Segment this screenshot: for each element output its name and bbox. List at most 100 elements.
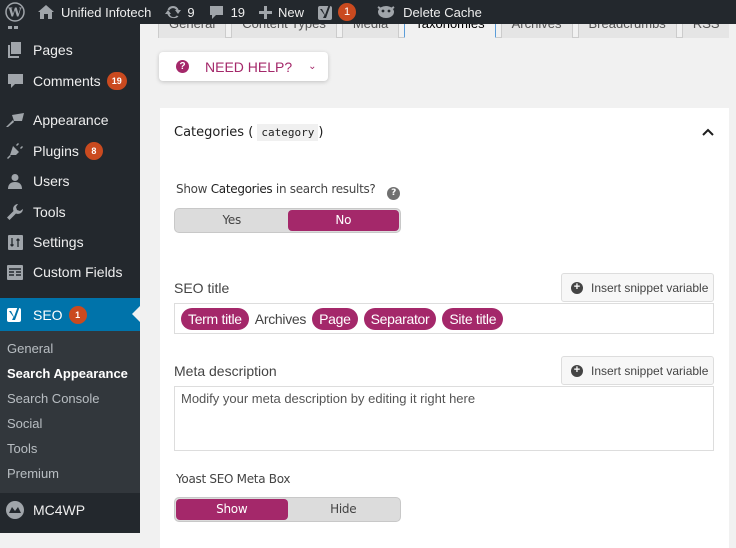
- insert-snippet-variable-button-meta[interactable]: + Insert snippet variable: [561, 356, 714, 385]
- yoast-seo-menu[interactable]: 1: [311, 0, 363, 24]
- posts-icon-fragment: [14, 26, 18, 29]
- need-help-button[interactable]: ? NEED HELP? ⌄: [159, 52, 328, 81]
- delete-cache-menu[interactable]: Delete Cache: [369, 0, 489, 24]
- meta-description-label: Meta description: [174, 363, 277, 379]
- show-in-results-toggle: Yes No: [174, 208, 401, 233]
- sidebar-item-custom-fields[interactable]: Custom Fields: [0, 257, 140, 287]
- comments-icon: [5, 71, 25, 91]
- sidebar-item-label: SEO: [33, 306, 63, 323]
- home-icon: [38, 5, 54, 19]
- toggle-option-yes[interactable]: Yes: [176, 210, 288, 231]
- admin-bar: W Unified Infotech 9 19 New 1 Delete Cac…: [0, 0, 736, 24]
- sidebar-item-appearance[interactable]: Appearance: [0, 104, 140, 135]
- tools-icon: [5, 202, 25, 222]
- plugins-badge: 8: [84, 141, 103, 160]
- comments-count: 19: [230, 4, 246, 20]
- posts-icon-fragment: [8, 26, 12, 29]
- meta-description-placeholder: Modify your meta description by editing …: [181, 391, 476, 406]
- show-in-results-label: Show Categories in search results? ?: [176, 182, 401, 200]
- title-text-archives: Archives: [254, 310, 307, 327]
- meta-description-input[interactable]: Modify your meta description by editing …: [174, 386, 714, 451]
- label-taxonomy-name: Categories: [210, 182, 273, 196]
- label-prefix: Show: [176, 182, 211, 196]
- help-question-icon[interactable]: ?: [387, 186, 401, 200]
- seo-title-input[interactable]: Term title Archives Page Separator Site …: [174, 303, 714, 334]
- sidebar-top-cutoff: [0, 24, 140, 30]
- sidebar-item-label: Settings: [33, 234, 84, 250]
- updates-count: 9: [187, 4, 195, 20]
- submenu-item-search-console[interactable]: Search Console: [0, 386, 140, 411]
- sidebar-item-label: Custom Fields: [33, 264, 123, 280]
- sidebar-item-tools[interactable]: Tools: [0, 196, 140, 227]
- comments-badge: 19: [106, 72, 127, 90]
- label-suffix: in search results?: [272, 182, 376, 196]
- pages-icon: [5, 40, 25, 60]
- sidebar-item-label: Comments: [33, 73, 101, 89]
- meta-box-label: Yoast SEO Meta Box: [176, 472, 291, 486]
- updates-icon: [165, 6, 182, 19]
- menu-separator: [0, 287, 140, 298]
- panel-title-text: Categories (: [174, 125, 254, 140]
- submenu-item-general[interactable]: General: [0, 336, 140, 361]
- panel-title[interactable]: Categories ( category): [174, 124, 323, 141]
- sidebar-item-plugins[interactable]: Plugins 8: [0, 135, 140, 166]
- sidebar-item-label: Pages: [33, 42, 73, 58]
- chevron-down-icon: ⌄: [308, 61, 317, 72]
- comment-bubble-icon: [209, 5, 223, 19]
- yoast-logo-icon: [318, 3, 333, 20]
- toggle-option-show[interactable]: Show: [176, 499, 288, 520]
- submenu-item-social[interactable]: Social: [0, 411, 140, 436]
- snippet-chip-separator[interactable]: Separator: [363, 307, 437, 330]
- sidebar-item-label: MC4WP: [33, 502, 86, 518]
- cache-plugin-icon: [377, 6, 395, 18]
- submenu-item-search-appearance[interactable]: Search Appearance: [0, 361, 140, 386]
- sidebar-item-comments[interactable]: Comments 19: [0, 64, 140, 98]
- new-label: New: [278, 4, 305, 20]
- submenu-item-tools[interactable]: Tools: [0, 436, 140, 461]
- custom-fields-icon: [5, 262, 25, 282]
- users-icon: [5, 171, 25, 191]
- sidebar-item-users[interactable]: Users: [0, 166, 140, 196]
- wordpress-logo-icon: W: [5, 2, 25, 22]
- need-help-label: NEED HELP?: [205, 58, 293, 75]
- question-circle-icon: ?: [176, 60, 189, 73]
- snippet-chip-site-title[interactable]: Site title: [442, 307, 504, 330]
- new-content-menu[interactable]: New: [252, 0, 311, 24]
- updates-menu[interactable]: 9: [158, 0, 201, 24]
- settings-icon: [5, 232, 25, 252]
- seo-submenu: General Search Appearance Search Console…: [0, 331, 140, 493]
- insert-snippet-label: Insert snippet variable: [591, 363, 709, 378]
- svg-text:W: W: [7, 6, 22, 20]
- delete-cache-label: Delete Cache: [403, 4, 482, 20]
- seo-title-label: SEO title: [174, 280, 230, 296]
- seo-badge: 1: [68, 305, 87, 324]
- sidebar-item-seo[interactable]: SEO 1: [0, 298, 140, 331]
- sidebar-item-label: Plugins: [33, 142, 79, 159]
- categories-panel: Categories ( category) Show Categories i…: [160, 108, 729, 548]
- site-name-menu[interactable]: Unified Infotech: [31, 0, 158, 24]
- snippet-chip-term-title[interactable]: Term title: [181, 307, 249, 330]
- page-scrollbar[interactable]: [729, 24, 736, 533]
- site-name: Unified Infotech: [61, 4, 152, 20]
- plus-circle-icon: +: [571, 281, 583, 294]
- plus-icon: [259, 5, 273, 19]
- sidebar-item-mc4wp[interactable]: MC4WP: [0, 493, 140, 527]
- sidebar-item-label: Tools: [33, 203, 66, 220]
- snippet-chip-page[interactable]: Page: [312, 307, 358, 330]
- comments-menu[interactable]: 19: [202, 0, 252, 24]
- sidebar-item-pages[interactable]: Pages: [0, 36, 140, 64]
- seo-notification-badge: 1: [338, 3, 357, 21]
- yoast-seo-icon: [5, 305, 25, 325]
- sidebar-item-label: Users: [33, 173, 70, 189]
- toggle-option-no[interactable]: No: [287, 210, 399, 231]
- insert-snippet-label: Insert snippet variable: [591, 280, 709, 295]
- sidebar-item-label: Appearance: [33, 111, 109, 128]
- chevron-up-icon[interactable]: [701, 125, 715, 139]
- submenu-item-premium[interactable]: Premium: [0, 461, 140, 486]
- toggle-option-hide[interactable]: Hide: [288, 499, 400, 520]
- wp-logo-menu[interactable]: W: [0, 0, 31, 24]
- meta-box-toggle: Show Hide: [174, 497, 401, 522]
- sidebar-item-settings[interactable]: Settings: [0, 227, 140, 257]
- plus-circle-icon: +: [571, 364, 583, 377]
- insert-snippet-variable-button[interactable]: + Insert snippet variable: [561, 273, 714, 302]
